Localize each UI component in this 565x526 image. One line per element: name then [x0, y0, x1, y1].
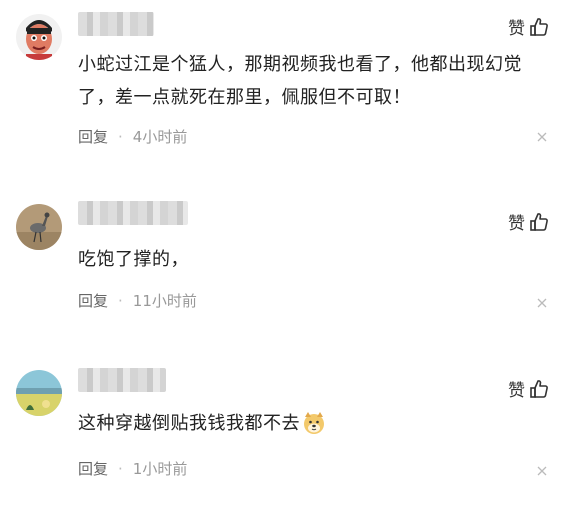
- like-label: 赞: [508, 381, 525, 401]
- username-blurred[interactable]: [78, 368, 166, 392]
- username-blurred[interactable]: [78, 12, 154, 36]
- reply-button[interactable]: 回复: [78, 290, 108, 311]
- close-icon[interactable]: [537, 298, 547, 308]
- thumbs-up-icon: [529, 212, 549, 232]
- comment-text: 吃饱了撑的，: [78, 249, 189, 270]
- close-icon[interactable]: [537, 466, 547, 476]
- comment-item: 赞 吃饱了撑的， 回复 · 11小时前: [0, 188, 565, 358]
- like-label: 赞: [508, 19, 525, 39]
- close-icon[interactable]: [537, 132, 547, 142]
- separator-dot: ·: [118, 291, 123, 310]
- separator-dot: ·: [118, 459, 123, 478]
- comment-text: 小蛇过江是个猛人，那期视频我也看了，他都出现幻觉了，差一点就死在那里，佩服但不可…: [78, 54, 522, 108]
- like-button[interactable]: 赞: [508, 376, 549, 401]
- timestamp: 11小时前: [132, 292, 197, 310]
- comment-text-body: 这种穿越倒贴我钱我都不去: [78, 413, 300, 434]
- timestamp: 4小时前: [132, 128, 188, 146]
- separator-dot: ·: [118, 127, 123, 146]
- thumbs-up-icon: [529, 17, 549, 37]
- comment-item: 赞 小蛇过江是个猛人，那期视频我也看了，他都出现幻觉了，差一点就死在那里，佩服但…: [0, 0, 565, 170]
- like-button[interactable]: 赞: [508, 209, 549, 234]
- comment-meta: 回复 · 1小时前: [78, 458, 187, 479]
- comment-item: 赞 这种穿越倒贴我钱我都不去 回复 · 1小时前: [0, 356, 565, 526]
- like-button[interactable]: 赞: [508, 14, 549, 39]
- bird-photo-avatar-icon[interactable]: [16, 204, 62, 250]
- cartoon-face-avatar-icon[interactable]: [16, 14, 62, 60]
- username-blurred[interactable]: [78, 201, 188, 225]
- reply-button[interactable]: 回复: [78, 126, 108, 147]
- like-label: 赞: [508, 214, 525, 234]
- timestamp: 1小时前: [132, 460, 188, 478]
- comment-meta: 回复 · 4小时前: [78, 126, 187, 147]
- doge-emoji-icon: [302, 411, 326, 435]
- landscape-photo-avatar-icon[interactable]: [16, 370, 62, 416]
- thumbs-up-icon: [529, 379, 549, 399]
- comment-meta: 回复 · 11小时前: [78, 290, 197, 311]
- reply-button[interactable]: 回复: [78, 458, 108, 479]
- comment-text: 这种穿越倒贴我钱我都不去: [78, 407, 548, 440]
